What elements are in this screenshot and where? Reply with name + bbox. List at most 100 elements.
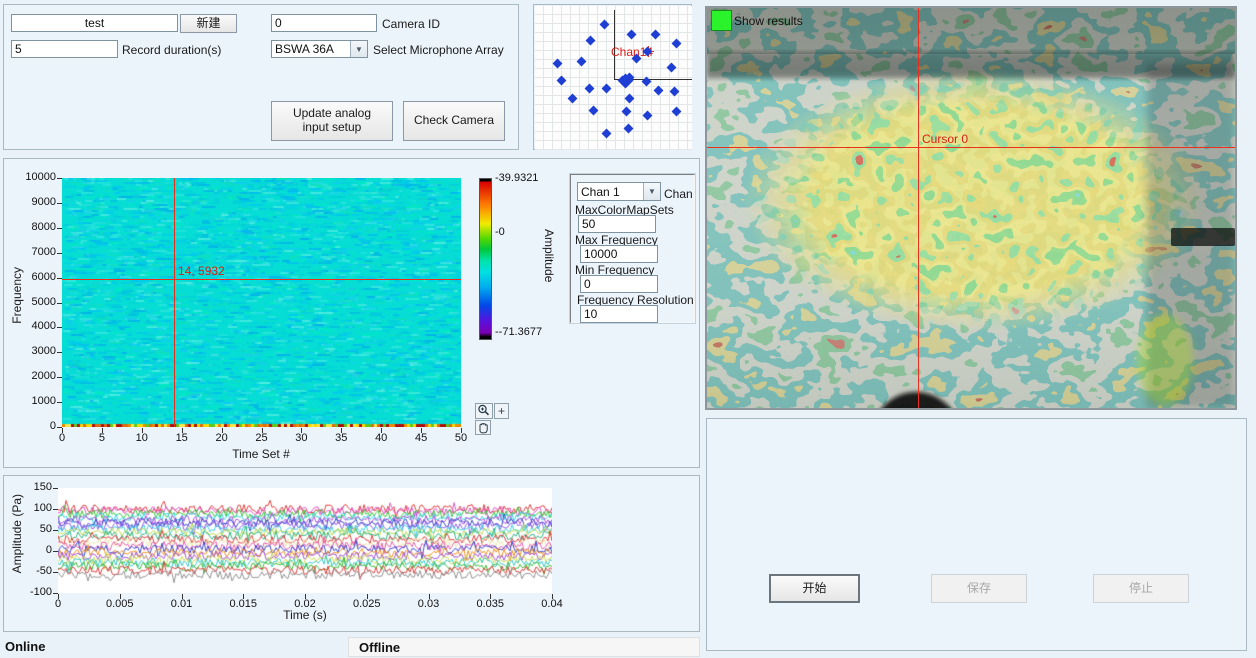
record-duration-input[interactable]: 5 [11, 40, 118, 58]
axis-tick-label: 0.005 [98, 598, 142, 610]
mic-array-select[interactable]: BSWA 36A ▼ [271, 40, 368, 58]
project-name-value: test [85, 16, 104, 30]
axis-tick-mark [421, 428, 422, 433]
colorbar [479, 178, 492, 340]
axis-tick-mark [262, 428, 263, 433]
axis-tick-label: 8000 [14, 221, 56, 233]
mic-point [672, 107, 682, 117]
online-status: Online [5, 639, 45, 654]
axis-tick-mark [429, 594, 430, 599]
axis-tick-label: 0 [14, 420, 56, 432]
stop-button[interactable]: 停止 [1093, 574, 1189, 603]
axis-tick-label: 15 [160, 432, 204, 444]
axis-tick-mark [120, 594, 121, 599]
axis-tick-mark [57, 327, 62, 328]
axis-tick-mark [102, 428, 103, 433]
camera-cursor-label: Cursor 0 [922, 132, 968, 146]
mic-point [654, 86, 664, 96]
axis-tick-label: 10000 [14, 171, 56, 183]
axis-tick-label: 6000 [14, 271, 56, 283]
axis-tick-mark [182, 428, 183, 433]
show-results-toggle[interactable] [711, 10, 732, 31]
axis-tick-mark [57, 253, 62, 254]
wall-slot [1171, 228, 1235, 246]
mic-point [667, 63, 677, 73]
axis-tick-mark [57, 228, 62, 229]
spectrogram-cursor-v[interactable] [174, 178, 175, 427]
mic-point [589, 106, 599, 116]
mic-point [600, 20, 610, 30]
mic-point [672, 39, 682, 49]
axis-tick-mark [53, 572, 58, 573]
zoom-tool-icon[interactable] [475, 403, 493, 419]
axis-tick-label: 0.03 [407, 598, 451, 610]
min-frequency-value: 0 [584, 277, 591, 291]
axis-tick-label: 2000 [14, 370, 56, 382]
processing-cluster: Chan 1 ▼ Chan MaxColorMapSets 50 Max Fre… [570, 174, 695, 323]
max-frequency-input[interactable]: 10000 [580, 245, 658, 263]
record-duration-label: Record duration(s) [122, 43, 221, 57]
mic-point [602, 129, 612, 139]
chevron-down-icon[interactable]: ▼ [643, 183, 660, 200]
mic-point [643, 111, 653, 121]
camera-id-value: 0 [275, 16, 282, 30]
mic-point [670, 87, 680, 97]
axis-tick-mark [57, 377, 62, 378]
axis-tick-mark [142, 428, 143, 433]
max-frequency-value: 10000 [584, 247, 617, 261]
camera-cursor-v[interactable] [918, 8, 919, 408]
axis-tick-mark [243, 594, 244, 599]
channel-select[interactable]: Chan 1 ▼ [577, 182, 661, 201]
axis-tick-mark [53, 488, 58, 489]
camera-view[interactable]: Cursor 0 Show results [705, 6, 1237, 410]
colorbar-mid: -0 [495, 226, 505, 238]
min-frequency-input[interactable]: 0 [580, 275, 658, 293]
colorbar-max: -39.9321 [495, 172, 538, 184]
axis-tick-label: 0.04 [530, 598, 574, 610]
project-name-input[interactable]: test [11, 14, 178, 32]
axis-tick-mark [222, 428, 223, 433]
axis-tick-mark [381, 428, 382, 433]
new-project-button[interactable]: 新建 [180, 14, 237, 33]
waveform-plot[interactable] [58, 488, 552, 593]
cursor-tool-icon[interactable]: + [494, 403, 509, 419]
acoustic-camera-app: { "config": { "project_name": "test", "n… [0, 0, 1256, 658]
mic-point [602, 84, 612, 94]
axis-tick-mark [57, 178, 62, 179]
mic-array-plot[interactable]: Chan14 [535, 6, 692, 150]
save-button[interactable]: 保存 [931, 574, 1027, 603]
axis-tick-label: 30 [279, 432, 323, 444]
axis-tick-mark [57, 203, 62, 204]
mic-point [568, 94, 578, 104]
axis-tick-label: 0.02 [283, 598, 327, 610]
mic-point [553, 59, 563, 69]
chevron-down-icon[interactable]: ▼ [350, 41, 367, 57]
start-button[interactable]: 开始 [769, 574, 860, 603]
update-analog-input-button[interactable]: Update analog input setup [271, 101, 393, 141]
spectrogram-panel: Frequency 14, 5932 Time Set # -39.9321 -… [3, 158, 700, 468]
spectrogram-x-title: Time Set # [201, 447, 321, 461]
camera-scene [707, 8, 1235, 408]
check-camera-button[interactable]: Check Camera [403, 101, 505, 141]
mic-point [622, 107, 632, 117]
show-results-label: Show results [734, 14, 803, 28]
axis-tick-label: 100 [10, 502, 52, 514]
axis-tick-mark [367, 594, 368, 599]
spectrogram-plot[interactable]: 14, 5932 [62, 178, 461, 427]
axis-tick-label: 50 [439, 432, 483, 444]
axis-tick-mark [301, 428, 302, 433]
frequency-resolution-input[interactable]: 10 [580, 305, 658, 323]
max-colormap-value: 50 [582, 217, 595, 231]
mic-point [577, 57, 587, 67]
colorbar-title: Amplitude [542, 229, 556, 282]
actions-panel: 开始 保存 停止 [706, 418, 1247, 651]
max-colormap-input[interactable]: 50 [578, 215, 656, 233]
axis-tick-label: 0.015 [221, 598, 265, 610]
config-panel: test 新建 5 Record duration(s) 0 Camera ID… [3, 4, 519, 150]
camera-id-input[interactable]: 0 [271, 14, 377, 32]
camera-cursor-h[interactable] [707, 147, 1235, 148]
mic-array-selected-value: BSWA 36A [272, 42, 350, 56]
mic-point [557, 76, 567, 86]
spectrogram-cursor-h[interactable] [62, 279, 461, 280]
axis-tick-label: 1000 [14, 395, 56, 407]
